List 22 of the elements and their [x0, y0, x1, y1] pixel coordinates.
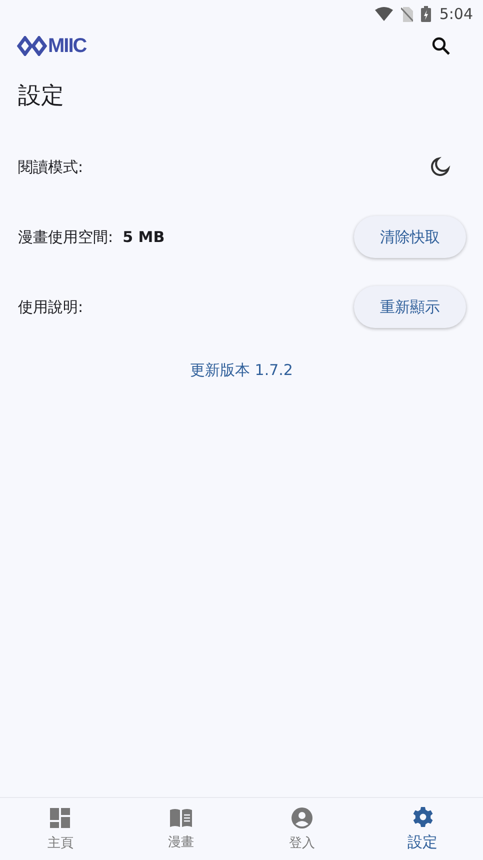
status-time: 5:04: [439, 5, 473, 23]
book-icon: [169, 808, 194, 828]
moon-icon[interactable]: [429, 156, 451, 178]
settings-icon: [412, 806, 434, 828]
nav-tab[interactable]: 主頁: [0, 798, 121, 860]
setting-label: 閱讀模式:: [18, 158, 84, 176]
nav-tab[interactable]: 登入: [242, 798, 362, 860]
battery-charging-icon: [421, 6, 432, 22]
setting-label: 漫畫使用空間: 5 MB: [18, 228, 165, 246]
app-logo: MIIC: [17, 34, 86, 58]
setting-button[interactable]: 清除快取: [354, 216, 466, 258]
setting-label: 使用說明:: [18, 298, 84, 316]
wifi-icon: [375, 7, 394, 21]
no-sim-icon: [401, 6, 414, 22]
page-title: 設定: [17, 82, 65, 111]
dashboard-icon: [49, 806, 72, 828]
setting-button[interactable]: 重新顯示: [354, 286, 466, 328]
nav-tab[interactable]: 漫畫: [120, 798, 242, 860]
search-icon[interactable]: [431, 36, 451, 56]
account-icon: [290, 806, 313, 828]
nav-tab[interactable]: 設定: [362, 798, 483, 860]
update-link[interactable]: 更新版本 1.7.2: [190, 361, 293, 380]
